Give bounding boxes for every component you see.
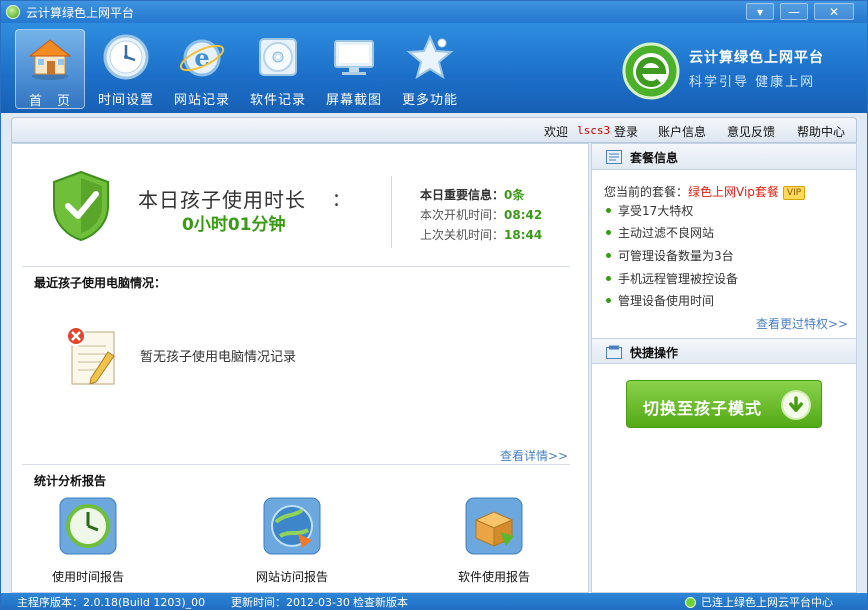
- quick-actions-title: 快捷操作: [630, 346, 679, 360]
- nav-more-features[interactable]: 更多功能: [395, 29, 465, 109]
- view-more-privileges-link[interactable]: 查看更过特权>>: [756, 315, 848, 332]
- vip-badge: VIP: [782, 186, 806, 200]
- shutdown-time-label: 上次关机时间：: [420, 228, 505, 242]
- minimize-button[interactable]: —: [780, 3, 808, 20]
- connected-icon: [685, 597, 696, 608]
- ie-browser-icon: e: [179, 39, 225, 77]
- update-time: 更新时间：2012-03-30: [231, 596, 350, 609]
- nav-home[interactable]: 首 页: [15, 29, 85, 109]
- report-label: 网站访问报告: [255, 570, 328, 584]
- section-divider: [22, 266, 570, 267]
- main-panel: 本日孩子使用时长 ： 0小时01分钟 本日重要信息：0条 本次开机时间：08:4…: [11, 143, 589, 593]
- section-divider: [22, 464, 570, 465]
- plan-info-icon: [606, 150, 622, 164]
- privilege-item: 管理设备使用时间: [606, 292, 714, 309]
- title-bar: 云计算绿色上网平台 ▾ — ✕: [1, 1, 867, 23]
- brand-name: 云计算绿色上网平台: [689, 50, 824, 66]
- shield-check-icon: [53, 170, 109, 242]
- report-section-title: 统计分析报告: [34, 474, 107, 488]
- window-menu-button[interactable]: ▾: [746, 3, 774, 20]
- today-usage-label: 本日孩子使用时长: [138, 188, 306, 212]
- green-e-logo-icon: [622, 42, 680, 100]
- nav-label: 首 页: [28, 94, 71, 109]
- side-panel: 套餐信息 您当前的套餐：绿色上网Vip套餐 VIP 享受17大特权 主动过滤不良网…: [591, 143, 857, 593]
- website-report-icon: [263, 497, 321, 555]
- nav-label: 更多功能: [401, 93, 458, 108]
- nav-software-records[interactable]: 软件记录: [243, 29, 313, 109]
- nav-label: 软件记录: [249, 93, 306, 108]
- username: lscs3: [577, 124, 611, 137]
- software-report-button[interactable]: 软件使用报告: [434, 496, 554, 588]
- nav-time-settings[interactable]: 时间设置: [91, 29, 161, 109]
- program-version: 主程序版本：2.0.18(Build 1203)_00: [17, 596, 206, 609]
- current-plan-value: 绿色上网Vip套餐: [688, 185, 779, 199]
- clock-icon: [103, 34, 149, 80]
- nav-label: 时间设置: [97, 93, 154, 108]
- top-links-bar: 欢迎 lscs3 登录 账户信息 意见反馈 帮助中心: [11, 117, 857, 143]
- nav-screenshot[interactable]: 屏幕截图: [319, 29, 389, 109]
- arrow-down-icon: [781, 390, 811, 420]
- window-title: 云计算绿色上网平台: [26, 6, 135, 20]
- cd-disc-icon: [259, 38, 297, 76]
- close-button[interactable]: ✕: [814, 3, 854, 20]
- important-info-label: 本日重要信息：: [420, 188, 505, 202]
- privilege-item: 手机远程管理被控设备: [606, 270, 738, 287]
- brand-slogan: 科学引导 健康上网: [689, 75, 816, 90]
- time-report-icon: [59, 497, 117, 555]
- feedback-link[interactable]: 意见反馈: [727, 123, 775, 140]
- connection-status-text: 已连上绿色上网云平台中心: [701, 596, 833, 609]
- star-icon: [406, 34, 454, 80]
- empty-record-message: 暂无孩子使用电脑情况记录: [140, 350, 297, 365]
- software-report-icon: [465, 497, 523, 555]
- check-update-link[interactable]: 检查新版本: [353, 594, 408, 609]
- nav-label: 网站记录: [173, 93, 230, 108]
- app-logo-icon: [6, 5, 20, 19]
- switch-button-label: 切换至孩子模式: [643, 399, 763, 418]
- switch-to-child-mode-button[interactable]: 切换至孩子模式: [626, 380, 822, 428]
- today-usage-colon: ：: [332, 190, 350, 211]
- boot-time-label: 本次开机时间：: [420, 208, 505, 222]
- privilege-item: 可管理设备数量为3台: [606, 247, 734, 264]
- status-bar: 主程序版本：2.0.18(Build 1203)_00 更新时间：2012-03…: [1, 593, 867, 609]
- header-toolbar: 首 页 时间设置 e 网站记录 软件记录 屏幕截图 更多功能 云计算绿色上网平台…: [1, 23, 867, 113]
- app-window: 云计算绿色上网平台 ▾ — ✕ 首 页 时间设置 e 网站记录 软件记录 屏幕截…: [0, 0, 868, 610]
- today-usage-value: 0小时01分钟: [182, 215, 286, 235]
- privilege-item: 主动过滤不良网站: [606, 224, 714, 241]
- shutdown-time-row: 上次关机时间：18:44: [420, 226, 542, 243]
- current-plan-line: 您当前的套餐：绿色上网Vip套餐 VIP: [604, 183, 806, 200]
- plan-info-header: 套餐信息: [592, 144, 856, 170]
- time-report-button[interactable]: 使用时间报告: [28, 496, 148, 588]
- boot-time-value: 08:42: [504, 208, 543, 222]
- connection-status: 已连上绿色上网云平台中心: [685, 594, 833, 609]
- boot-time-row: 本次开机时间：08:42: [420, 206, 542, 223]
- login-link[interactable]: 登录: [614, 123, 638, 140]
- shutdown-time-value: 18:44: [504, 228, 543, 242]
- brand: 云计算绿色上网平台 科学引导 健康上网: [621, 37, 861, 107]
- website-report-button[interactable]: 网站访问报告: [232, 496, 352, 588]
- quick-actions-icon: [606, 345, 622, 359]
- current-plan-label: 您当前的套餐：: [604, 185, 689, 199]
- privilege-item: 享受17大特权: [606, 202, 693, 219]
- welcome-text: 欢迎: [544, 125, 569, 139]
- recent-usage-title: 最近孩子使用电脑情况：: [34, 276, 167, 290]
- report-label: 使用时间报告: [51, 570, 124, 584]
- divider: [391, 176, 392, 248]
- important-info-row: 本日重要信息：0条: [420, 186, 524, 203]
- monitor-icon: [334, 40, 374, 75]
- nav-website-records[interactable]: e 网站记录: [167, 29, 237, 109]
- help-center-link[interactable]: 帮助中心: [797, 123, 845, 140]
- quick-actions-header: 快捷操作: [592, 338, 856, 364]
- important-info-value: 0条: [504, 188, 525, 202]
- nav-label: 屏幕截图: [325, 93, 382, 108]
- report-label: 软件使用报告: [457, 570, 530, 584]
- account-info-link[interactable]: 账户信息: [658, 123, 706, 140]
- no-record-document-icon: [66, 326, 115, 385]
- home-icon: [28, 39, 72, 80]
- plan-info-title: 套餐信息: [630, 151, 679, 165]
- view-details-link[interactable]: 查看详情>>: [500, 447, 568, 464]
